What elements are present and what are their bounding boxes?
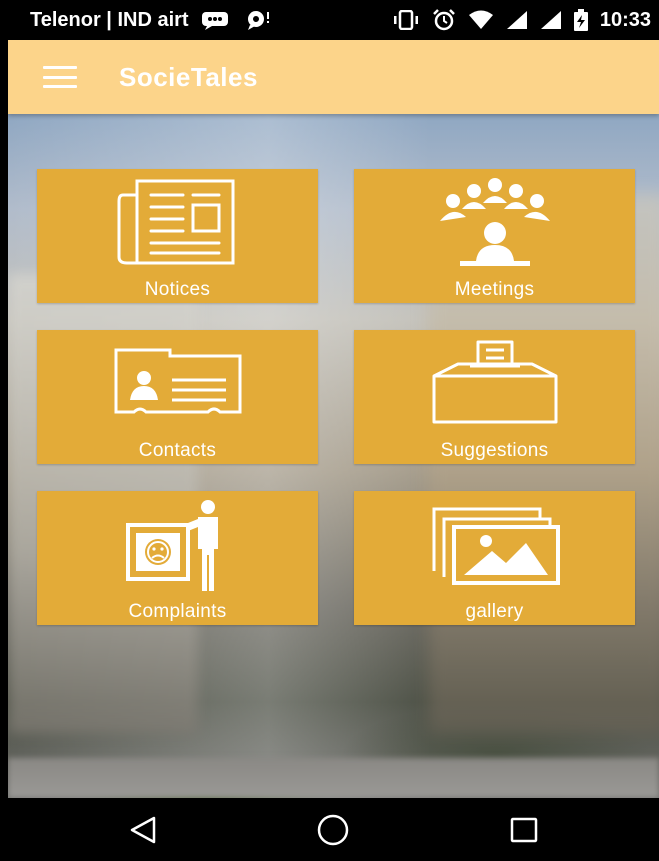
meeting-icon bbox=[430, 177, 560, 274]
app-bar: SocieTales bbox=[8, 40, 659, 114]
alarm-icon bbox=[432, 9, 456, 31]
carrier-name: Telenor | IND airt bbox=[30, 8, 189, 31]
tile-label: Complaints bbox=[128, 601, 227, 622]
tile-label: gallery bbox=[465, 601, 524, 622]
app-title: SocieTales bbox=[119, 61, 258, 92]
newspaper-icon bbox=[115, 177, 241, 274]
tile-notices[interactable]: Notices bbox=[37, 169, 318, 303]
recents-icon[interactable] bbox=[494, 800, 554, 860]
tile-suggestions[interactable]: Suggestions bbox=[354, 330, 635, 464]
signal-icon bbox=[506, 10, 528, 30]
tile-meetings[interactable]: Meetings bbox=[354, 169, 635, 303]
clock-time: 10:33 bbox=[599, 8, 651, 31]
complaint-icon bbox=[118, 499, 238, 600]
dashboard-background: Notices Meetings Contacts Suggestions Co… bbox=[8, 114, 659, 798]
tile-label: Meetings bbox=[454, 279, 535, 300]
home-icon[interactable] bbox=[303, 800, 363, 860]
tile-gallery[interactable]: gallery bbox=[354, 491, 635, 625]
tile-complaints[interactable]: Complaints bbox=[37, 491, 318, 625]
tile-label: Notices bbox=[144, 279, 211, 300]
tile-contacts[interactable]: Contacts bbox=[37, 330, 318, 464]
background-road bbox=[8, 758, 659, 798]
message-icon bbox=[201, 10, 231, 30]
hamburger-menu-icon[interactable] bbox=[43, 66, 77, 88]
phone-screen: Telenor | IND airt 10:33 SocieTales Noti… bbox=[8, 0, 659, 861]
tile-label: Suggestions bbox=[440, 440, 549, 461]
tile-label: Contacts bbox=[138, 440, 217, 461]
status-bar: Telenor | IND airt 10:33 bbox=[8, 0, 659, 40]
back-icon[interactable] bbox=[113, 800, 173, 860]
signal-icon bbox=[540, 10, 562, 30]
vibrate-icon bbox=[392, 10, 420, 30]
wifi-icon bbox=[468, 10, 494, 30]
chat-icon bbox=[243, 9, 273, 31]
gallery-icon bbox=[430, 505, 560, 590]
battery-charging-icon bbox=[573, 9, 588, 31]
suggestion-box-icon bbox=[430, 340, 560, 431]
contact-card-icon bbox=[108, 344, 248, 425]
navigation-bar bbox=[8, 798, 659, 861]
